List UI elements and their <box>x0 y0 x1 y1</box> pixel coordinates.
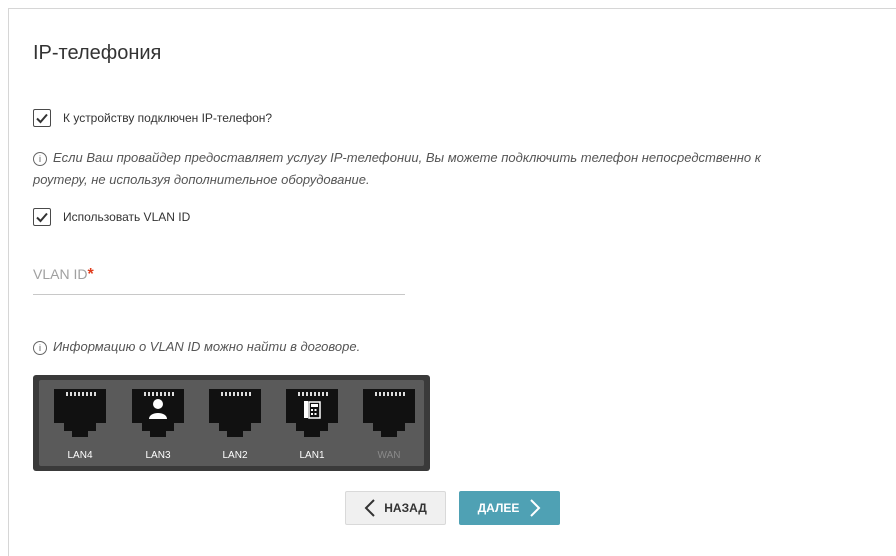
port-lan2[interactable]: LAN2 <box>196 380 274 466</box>
port-lan1[interactable]: LAN1 <box>273 380 351 466</box>
chevron-right-icon <box>530 499 541 517</box>
ethernet-port-icon <box>209 389 261 437</box>
ethernet-port-icon <box>54 389 106 437</box>
vlan-id-placeholder: VLAN ID <box>33 266 88 282</box>
next-button-label: ДАЛЕЕ <box>477 501 520 515</box>
vlan-info-line: Информацию о VLAN ID можно найти в догов… <box>53 339 361 354</box>
port-wan[interactable]: WAN <box>350 380 428 466</box>
use-vlan-checkbox[interactable] <box>33 208 51 226</box>
port-label: LAN3 <box>145 450 171 461</box>
router-ports-panel: LAN4 LAN3 LAN2 LAN1 WAN <box>33 375 430 471</box>
ip-phone-checkbox-row[interactable]: К устройству подключен IP-телефон? <box>33 109 272 127</box>
use-vlan-checkbox-label: Использовать VLAN ID <box>63 210 191 224</box>
vlan-id-input[interactable]: VLAN ID* <box>33 266 405 295</box>
port-lan3[interactable]: LAN3 <box>119 380 197 466</box>
router-ports-strip: LAN4 LAN3 LAN2 LAN1 WAN <box>39 380 424 466</box>
checkmark-icon <box>36 212 48 223</box>
back-button[interactable]: НАЗАД <box>345 491 446 525</box>
ethernet-port-icon <box>286 389 338 437</box>
port-label: LAN4 <box>67 450 93 461</box>
ip-phone-checkbox[interactable] <box>33 109 51 127</box>
port-label: WAN <box>377 450 401 461</box>
port-label: LAN2 <box>222 450 248 461</box>
info-icon: i <box>33 152 47 166</box>
ethernet-port-icon <box>363 389 415 437</box>
info-icon: i <box>33 341 47 355</box>
ethernet-port-icon <box>132 389 184 437</box>
page-title: IP-телефония <box>33 42 162 64</box>
vlan-info-text: i Информацию о VLAN ID можно найти в дого… <box>33 336 360 358</box>
required-mark: * <box>87 266 94 283</box>
ip-phone-checkbox-label: К устройству подключен IP-телефон? <box>63 111 273 125</box>
chevron-left-icon <box>364 499 375 517</box>
provider-info-text: i Если Ваш провайдер предоставляет услугу… <box>33 147 761 191</box>
provider-info-line1: Если Ваш провайдер предоставляет услугу … <box>53 150 761 165</box>
provider-info-line2: роутеру, не используя дополнительное обо… <box>33 172 370 187</box>
port-lan4[interactable]: LAN4 <box>41 380 119 466</box>
back-button-label: НАЗАД <box>384 501 427 515</box>
use-vlan-checkbox-row[interactable]: Использовать VLAN ID <box>33 208 190 226</box>
next-button[interactable]: ДАЛЕЕ <box>459 491 560 525</box>
checkmark-icon <box>36 113 48 124</box>
port-label: LAN1 <box>299 450 325 461</box>
